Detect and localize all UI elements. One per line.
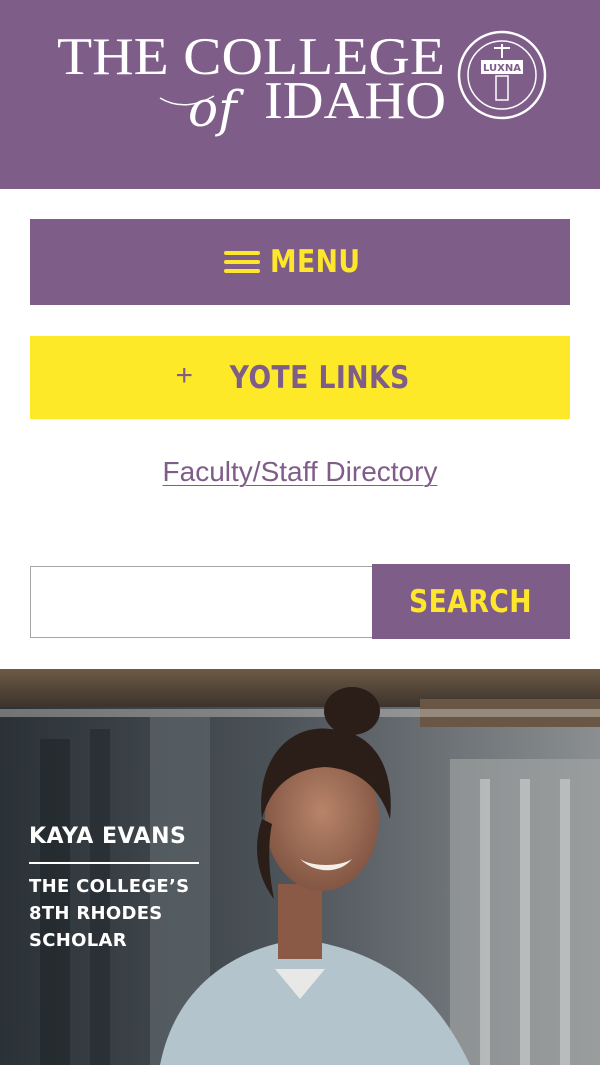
yote-links-label: YOTE LINKS	[229, 359, 410, 396]
seal-text: LUXNA	[483, 63, 521, 74]
site-header: THE COLLEGE of IDAHO LUXNA	[0, 0, 600, 189]
hero-caption-line2: 8TH RHODES	[29, 903, 163, 924]
hero-caption-line1: THE COLLEGE’S	[29, 876, 190, 897]
yote-links-button[interactable]: + YOTE LINKS	[30, 336, 570, 419]
hero-name: KAYA EVANS	[29, 824, 187, 849]
logo-line2: IDAHO	[264, 72, 446, 130]
menu-button[interactable]: MENU	[30, 219, 570, 305]
hero-image[interactable]	[0, 669, 600, 1065]
hero-caption-line3: SCHOLAR	[29, 930, 127, 951]
plus-icon: +	[175, 359, 194, 392]
menu-label: MENU	[270, 244, 361, 280]
faculty-staff-directory-link[interactable]: Faculty/Staff Directory	[0, 456, 600, 488]
hero-photo	[0, 669, 600, 1065]
hamburger-icon	[224, 249, 261, 275]
search-button-label: SEARCH	[409, 583, 533, 620]
college-seal-icon: LUXNA	[457, 30, 547, 120]
logo-of: of	[188, 80, 244, 138]
search-input[interactable]	[30, 566, 373, 638]
college-logo[interactable]: THE COLLEGE of IDAHO LUXNA	[0, 0, 600, 189]
hero-divider	[29, 862, 199, 864]
search-button[interactable]: SEARCH	[372, 564, 570, 639]
